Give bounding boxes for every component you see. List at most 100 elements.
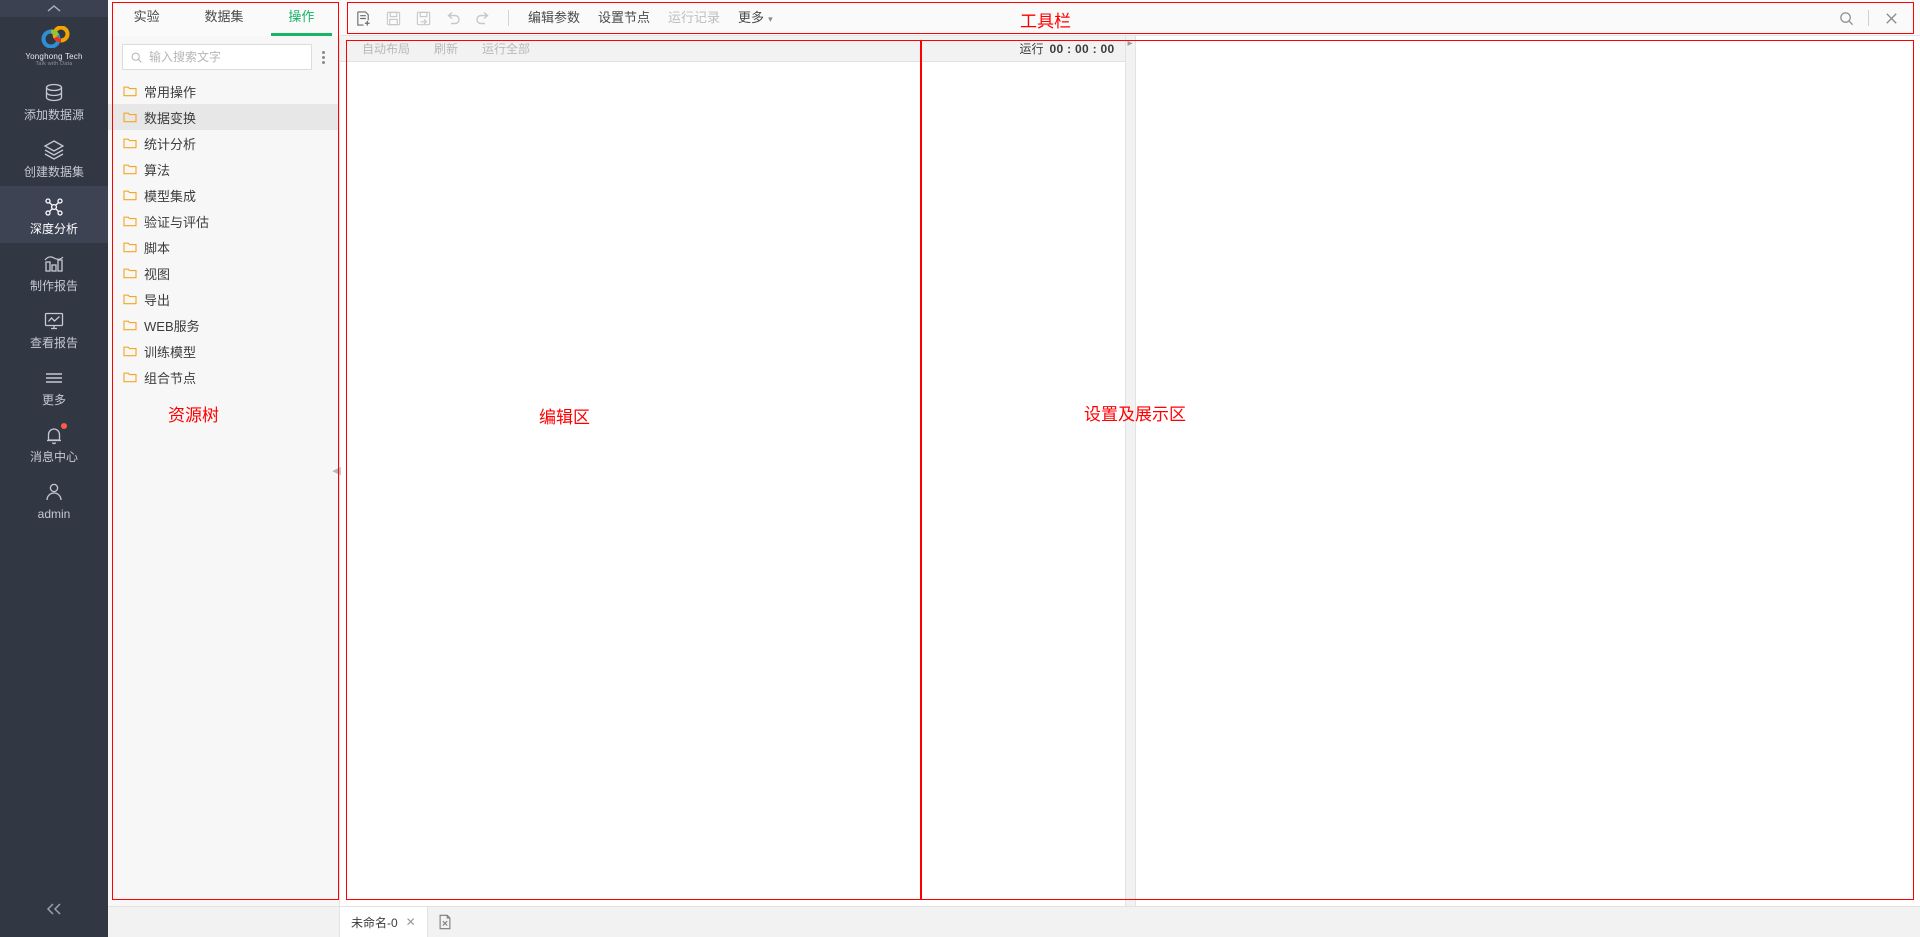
search-icon <box>131 52 142 63</box>
set-node-button[interactable]: 设置节点 <box>589 0 659 36</box>
topbar-actions <box>1831 3 1920 33</box>
brand-tagline: Talk with Data <box>35 61 73 67</box>
workspace: 实验 数据集 操作 编辑参数 设置节点 运行记录 更多 ▾ 输入搜索文字 常用操… <box>108 0 1920 937</box>
search-input[interactable] <box>149 50 304 64</box>
tab-dataset[interactable]: 数据集 <box>185 0 262 36</box>
resource-tree-panel: 常用操作 数据变换 统计分析 算法 <box>108 36 341 906</box>
run-log-button[interactable]: 运行记录 <box>659 0 729 36</box>
sidebar-collapse-up-button[interactable] <box>0 0 108 17</box>
tab-operation[interactable]: 操作 <box>263 0 340 36</box>
panel-tab-bar: 实验 数据集 操作 <box>108 0 340 36</box>
tree-item-label: 统计分析 <box>144 136 197 152</box>
run-all-button[interactable]: 运行全部 <box>470 36 542 62</box>
top-toolbar-row: 实验 数据集 操作 编辑参数 设置节点 运行记录 更多 ▾ <box>108 0 1920 36</box>
application-window: Yonghong Tech Talk with Data 添加数据源 创建数据集… <box>0 0 1920 937</box>
tree-item-label: 模型集成 <box>144 188 197 204</box>
run-timer: 运行 00 : 00 : 00 <box>1020 40 1125 57</box>
database-icon <box>42 81 66 105</box>
bottom-tab-untitled[interactable]: 未命名-0 ✕ <box>340 907 428 937</box>
chevron-left-icon: ◀ <box>332 464 341 477</box>
sidebar-item-view-report[interactable]: 查看报告 <box>0 300 108 357</box>
tree-item-web-service[interactable]: WEB服务 <box>108 312 339 338</box>
tree-item-train-model[interactable]: 训练模型 <box>108 338 339 364</box>
tree-item-export[interactable]: 导出 <box>108 286 339 312</box>
chevron-down-icon: ▾ <box>768 13 773 24</box>
folder-icon <box>123 112 137 123</box>
folder-icon <box>123 216 137 227</box>
save-as-icon[interactable] <box>408 3 438 33</box>
sidebar-item-user-admin[interactable]: admin <box>0 471 108 528</box>
main-body: 常用操作 数据变换 统计分析 算法 <box>108 36 1920 906</box>
user-icon <box>42 480 66 504</box>
folder-icon <box>123 346 137 357</box>
add-sheet-icon[interactable] <box>428 907 462 937</box>
sidebar-item-more[interactable]: 更多 <box>0 357 108 414</box>
sidebar-collapse-button[interactable] <box>0 881 108 937</box>
new-experiment-icon[interactable] <box>348 3 378 33</box>
folder-icon <box>123 242 137 253</box>
run-timer-label: 运行 <box>1019 42 1044 56</box>
tree-item-statistical-analysis[interactable]: 统计分析 <box>108 130 339 156</box>
bottom-tab-bar: 未命名-0 ✕ <box>108 906 1920 937</box>
tree-item-algorithm[interactable]: 算法 <box>108 156 339 182</box>
editor-area: 自动布局 刷新 运行全部 运行 00 : 00 : 00 <box>340 36 1125 906</box>
tree-item-view[interactable]: 视图 <box>108 260 339 286</box>
yonghong-logo-icon <box>39 25 70 50</box>
chevron-right-icon: ▸ <box>1127 38 1133 49</box>
close-icon[interactable] <box>1876 3 1906 33</box>
settings-panel-collapse-handle[interactable]: ▸ <box>1124 36 1136 906</box>
search-box[interactable] <box>122 44 312 70</box>
redo-icon[interactable] <box>468 3 498 33</box>
tree-item-label: 验证与评估 <box>144 214 210 230</box>
tree-item-script[interactable]: 脚本 <box>108 234 339 260</box>
folder-icon <box>123 294 137 305</box>
sidebar-item-create-dataset[interactable]: 创建数据集 <box>0 129 108 186</box>
bar-chart-icon <box>42 252 66 276</box>
topbar-divider <box>1868 10 1869 26</box>
folder-icon <box>123 138 137 149</box>
sidebar-item-make-report[interactable]: 制作报告 <box>0 243 108 300</box>
sidebar-item-label: 查看报告 <box>29 335 78 350</box>
more-menu-label: 更多 <box>738 9 765 25</box>
tree-item-common-operations[interactable]: 常用操作 <box>108 78 339 104</box>
auto-layout-button[interactable]: 自动布局 <box>350 36 422 62</box>
edit-params-button[interactable]: 编辑参数 <box>519 0 589 36</box>
tab-experiment[interactable]: 实验 <box>108 0 185 36</box>
tree-item-validation-evaluation[interactable]: 验证与评估 <box>108 208 339 234</box>
folder-icon <box>123 268 137 279</box>
folder-icon <box>123 164 137 175</box>
close-icon[interactable]: ✕ <box>406 915 416 929</box>
sidebar-item-label: 更多 <box>41 392 66 407</box>
sidebar-item-deep-analysis[interactable]: 深度分析 <box>0 186 108 243</box>
tree-item-label: WEB服务 <box>144 318 200 334</box>
settings-display-area[interactable] <box>1135 36 1920 906</box>
sidebar-item-label: admin <box>37 506 71 521</box>
sidebar-item-message-center[interactable]: 消息中心 <box>0 414 108 471</box>
more-menu-button[interactable]: 更多 ▾ <box>729 0 782 37</box>
hamburger-icon <box>42 366 66 390</box>
sidebar-item-add-datasource[interactable]: 添加数据源 <box>0 72 108 129</box>
refresh-button[interactable]: 刷新 <box>422 36 470 62</box>
tree-item-label: 组合节点 <box>144 370 197 386</box>
search-icon[interactable] <box>1831 3 1861 33</box>
tree-item-label: 数据变换 <box>144 110 197 126</box>
tree-item-label: 训练模型 <box>144 344 197 360</box>
tree-item-data-transform[interactable]: 数据变换 <box>108 104 339 130</box>
undo-icon[interactable] <box>438 3 468 33</box>
editor-toolbar: 自动布局 刷新 运行全部 运行 00 : 00 : 00 <box>340 36 1125 62</box>
tree-item-model-integration[interactable]: 模型集成 <box>108 182 339 208</box>
brand-logo[interactable]: Yonghong Tech Talk with Data <box>0 17 108 72</box>
folder-icon <box>123 190 137 201</box>
save-icon[interactable] <box>378 3 408 33</box>
vertical-dots-icon[interactable] <box>318 50 329 64</box>
tree-item-composite-node[interactable]: 组合节点 <box>108 364 339 390</box>
toolbar-divider <box>508 10 509 26</box>
editor-canvas[interactable] <box>340 62 1125 906</box>
layers-icon <box>42 138 66 162</box>
tree-item-label: 常用操作 <box>144 84 197 100</box>
run-timer-value: 00 : 00 : 00 <box>1049 41 1115 56</box>
unread-badge-dot <box>61 423 67 429</box>
sidebar-item-label: 深度分析 <box>29 221 78 236</box>
sidebar-item-label: 消息中心 <box>29 449 78 464</box>
tree-panel-splitter[interactable]: ◀ <box>332 36 341 906</box>
